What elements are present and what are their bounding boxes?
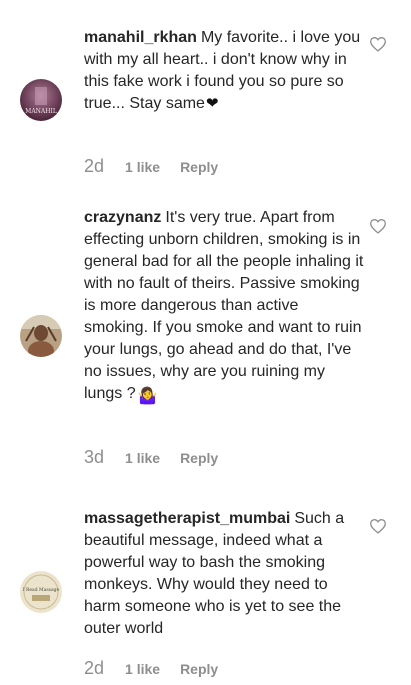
username[interactable]: crazynanz: [84, 209, 161, 226]
comment-body: Such a beautiful message, indeed what a …: [84, 510, 345, 637]
avatar[interactable]: [20, 315, 62, 357]
timestamp[interactable]: 2d: [84, 658, 104, 679]
heart-outline-icon[interactable]: [369, 218, 387, 234]
reply-button[interactable]: Reply: [180, 450, 218, 466]
username[interactable]: massagetherapist_mumbai: [84, 510, 290, 527]
avatar[interactable]: MANAHIL: [20, 79, 62, 121]
comment-meta: 3d 1 like Reply: [84, 447, 218, 467]
timestamp[interactable]: 3d: [84, 447, 104, 468]
likes-count[interactable]: 1 like: [125, 450, 160, 466]
likes-count[interactable]: 1 like: [125, 159, 160, 175]
comment-body: It's very true. Apart from effecting unb…: [84, 209, 364, 402]
reply-button[interactable]: Reply: [180, 661, 218, 677]
comment-meta: 2d 1 like Reply: [84, 156, 218, 176]
heart-emoji-icon: ❤: [205, 95, 219, 112]
timestamp[interactable]: 2d: [84, 156, 104, 177]
username[interactable]: manahil_rkhan: [84, 29, 197, 46]
reply-button[interactable]: Reply: [180, 159, 218, 175]
heart-outline-icon[interactable]: [369, 518, 387, 534]
svg-text:MANAHIL: MANAHIL: [25, 108, 57, 115]
avatar[interactable]: I Read Massage: [20, 571, 62, 613]
comment-text: crazynanz It's very true. Apart from effe…: [84, 207, 364, 408]
heart-outline-icon[interactable]: [369, 36, 387, 52]
comment-meta: 2d 1 like Reply: [84, 658, 218, 678]
comment-text: massagetherapist_mumbai Such a beautiful …: [84, 508, 364, 640]
shrug-emoji-icon: 🤷‍♀️: [137, 388, 158, 405]
svg-text:I Read Massage: I Read Massage: [23, 587, 60, 593]
comment-text: manahil_rkhan My favorite.. i love you wi…: [84, 27, 364, 115]
likes-count[interactable]: 1 like: [125, 661, 160, 677]
